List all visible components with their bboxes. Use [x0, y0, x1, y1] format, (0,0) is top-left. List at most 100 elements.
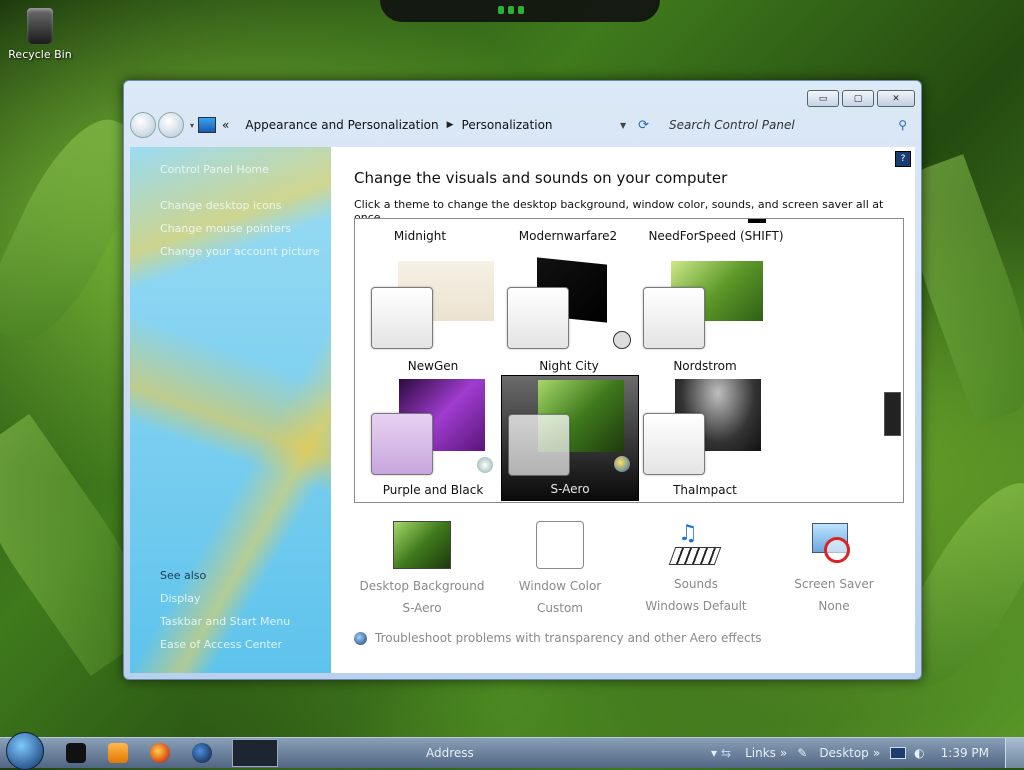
- desktop-chevron[interactable]: »: [873, 746, 880, 760]
- maximize-button[interactable]: ▢: [842, 90, 874, 107]
- screen-saver-setting[interactable]: Screen Saver None: [766, 521, 902, 613]
- address-bar: ▾ « Appearance and Personalization ▶ Per…: [130, 111, 913, 139]
- media-player-icon[interactable]: [108, 743, 128, 763]
- theme-label-needforspeed[interactable]: NeedForSpeed (SHIFT): [641, 229, 791, 243]
- setting-value: S-Aero: [402, 601, 442, 615]
- start-button[interactable]: [6, 732, 44, 770]
- network-icon[interactable]: ◐: [914, 746, 924, 760]
- sidebar-link-mouse-pointers[interactable]: Change mouse pointers: [160, 222, 291, 235]
- breadcrumb-appearance[interactable]: Appearance and Personalization: [245, 118, 438, 132]
- links-toolbar-label[interactable]: Links: [745, 746, 776, 760]
- notch-light: [508, 6, 514, 14]
- sidebar-link-account-picture[interactable]: Change your account picture: [160, 245, 320, 258]
- setting-value: Custom: [537, 601, 583, 615]
- see-also-display[interactable]: Display: [160, 592, 201, 605]
- theme-nordstrom[interactable]: Nordstrom: [637, 253, 773, 377]
- gallery-scrollbar-thumb[interactable]: [884, 392, 901, 436]
- color-swatch: [507, 287, 569, 349]
- search-icon[interactable]: ⚲: [898, 118, 907, 132]
- theme-thumbnail-partial: [748, 219, 766, 223]
- theme-label: ThaImpact: [673, 483, 737, 497]
- theme-label: S-Aero: [550, 482, 590, 496]
- troubleshoot-icon: [354, 631, 367, 645]
- sounds-setting[interactable]: ♫ Sounds Windows Default: [628, 521, 764, 613]
- troubleshoot-link[interactable]: Troubleshoot problems with transparency …: [354, 631, 762, 645]
- recent-pages-dropdown-icon[interactable]: ▾: [190, 121, 194, 130]
- notepad-icon[interactable]: ✎: [797, 746, 807, 760]
- address-dropdown-icon[interactable]: ▼: [620, 121, 626, 130]
- clock[interactable]: 1:39 PM: [941, 746, 989, 760]
- links-chevron[interactable]: »: [780, 746, 787, 760]
- color-swatch: [371, 287, 433, 349]
- browser-icon[interactable]: [192, 743, 212, 763]
- color-swatch: [371, 413, 433, 475]
- top-notch-decoration: [380, 0, 660, 22]
- color-swatch: [643, 287, 705, 349]
- setting-title: Sounds: [673, 577, 719, 591]
- sidebar-link-desktop-icons[interactable]: Change desktop icons: [160, 199, 282, 212]
- search-input[interactable]: Search Control Panel ⚲: [663, 115, 913, 135]
- see-also-taskbar[interactable]: Taskbar and Start Menu: [160, 615, 290, 628]
- theme-label: Night City: [539, 359, 599, 373]
- breadcrumb-arrow-icon[interactable]: ▶: [447, 120, 454, 130]
- firefox-icon[interactable]: [150, 743, 170, 763]
- color-swatch: [508, 414, 570, 476]
- desktop-background-setting[interactable]: Desktop Background S-Aero: [354, 521, 490, 615]
- taskbar: Address ▾ ⇆ Links » ✎ Desktop » ◐ 1:39 P…: [0, 732, 1024, 770]
- control-panel-icon: [198, 117, 217, 133]
- theme-badge-icon: [613, 331, 631, 349]
- window-color-icon: [536, 521, 584, 569]
- leaf-background-icon: [393, 521, 451, 569]
- notch-light: [518, 6, 524, 14]
- window-client-area: Control Panel Home Change desktop icons …: [130, 147, 915, 673]
- no-screensaver-icon: [806, 521, 862, 567]
- setting-value: Windows Default: [645, 599, 747, 613]
- see-also-heading: See also: [160, 569, 207, 582]
- setting-title: Desktop Background: [359, 579, 485, 593]
- address-dropdown-icon[interactable]: ▾: [711, 746, 717, 760]
- sidebar-link-control-panel-home[interactable]: Control Panel Home: [160, 163, 269, 176]
- desktop-quicklaunch-icon[interactable]: [66, 743, 86, 763]
- task-pane: Control Panel Home Change desktop icons …: [130, 147, 331, 673]
- setting-value: None: [818, 599, 850, 613]
- help-icon[interactable]: ?: [895, 151, 911, 167]
- window-controls: ▭ ▢ ✕: [807, 90, 915, 107]
- theme-settings-row: Desktop Background S-Aero Window Color C…: [354, 521, 902, 621]
- forward-button[interactable]: [158, 112, 184, 138]
- theme-label: Nordstrom: [673, 359, 737, 373]
- window-color-setting[interactable]: Window Color Custom: [492, 521, 628, 615]
- music-keyboard-icon: ♫: [668, 521, 724, 567]
- page-title: Change the visuals and sounds on your co…: [354, 169, 728, 187]
- troubleshoot-label: Troubleshoot problems with transparency …: [375, 631, 762, 645]
- theme-label-midnight[interactable]: Midnight: [355, 229, 485, 243]
- theme-s-aero[interactable]: S-Aero: [501, 375, 639, 501]
- theme-gallery: Midnight Modernwarfare2 NeedForSpeed (SH…: [354, 218, 904, 503]
- main-content: ? Change the visuals and sounds on your …: [331, 147, 915, 673]
- color-swatch: [643, 413, 705, 475]
- theme-thaimpact[interactable]: ThaImpact: [637, 377, 773, 501]
- refresh-icon[interactable]: ⟳: [638, 118, 649, 133]
- theme-label: NewGen: [407, 359, 459, 373]
- close-button[interactable]: ✕: [877, 90, 915, 107]
- theme-night-city[interactable]: Night City: [501, 253, 637, 377]
- monitor-icon[interactable]: [890, 747, 907, 759]
- taskbar-active-window[interactable]: [232, 739, 278, 767]
- recycle-bin-desktop-icon[interactable]: Recycle Bin: [6, 8, 74, 61]
- see-also-ease-of-access[interactable]: Ease of Access Center: [160, 638, 282, 651]
- go-arrows-icon[interactable]: ⇆: [721, 746, 731, 760]
- setting-title: Window Color: [518, 579, 602, 593]
- theme-badge-icon: [477, 457, 493, 473]
- back-button[interactable]: [130, 112, 156, 138]
- breadcrumb-personalization[interactable]: Personalization: [462, 118, 553, 132]
- theme-label-modernwarfare2[interactable]: Modernwarfare2: [503, 229, 633, 243]
- setting-title: Screen Saver: [794, 577, 874, 591]
- windows-badge-icon: [614, 456, 630, 472]
- show-desktop-button[interactable]: [1005, 738, 1024, 768]
- theme-newgen[interactable]: NewGen: [365, 253, 501, 377]
- address-toolbar-label[interactable]: Address: [426, 746, 474, 760]
- theme-purple-and-black[interactable]: Purple and Black: [365, 377, 501, 501]
- search-placeholder: Search Control Panel: [669, 118, 795, 132]
- minimize-button[interactable]: ▭: [807, 90, 839, 107]
- breadcrumb-prefix[interactable]: «: [222, 118, 229, 132]
- desktop-toolbar-label[interactable]: Desktop: [819, 746, 869, 760]
